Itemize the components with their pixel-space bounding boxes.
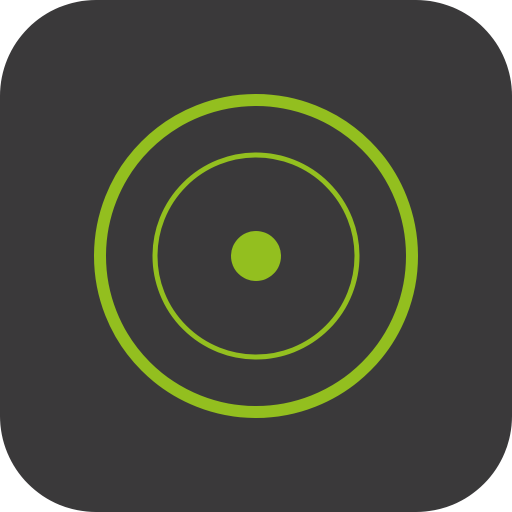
concentric-rings-target-icon: [0, 0, 512, 512]
app-icon[interactable]: [0, 0, 512, 512]
center-dot: [231, 231, 281, 281]
